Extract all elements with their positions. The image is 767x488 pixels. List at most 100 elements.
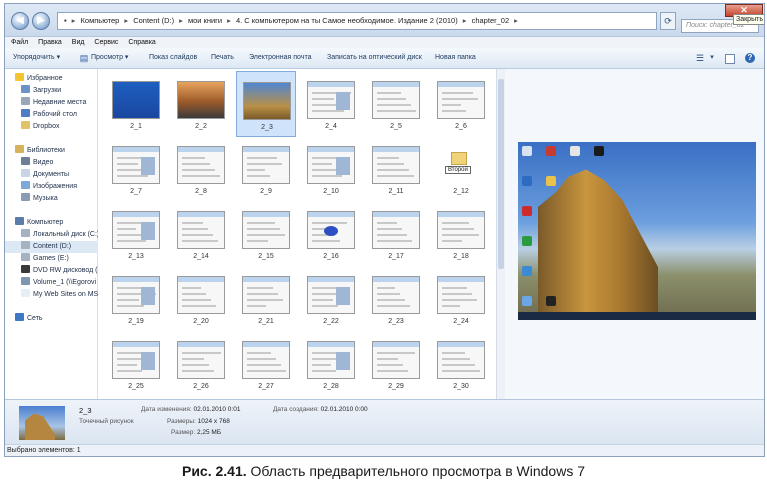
breadcrumb-item[interactable]: 4. С компьютером на ты Самое необходимое… [236, 16, 458, 25]
print-button[interactable]: Печать [211, 48, 234, 68]
organize-button[interactable]: Упорядочить ▾ [13, 48, 60, 68]
file-thumbnail[interactable]: 2_6 [431, 71, 491, 137]
file-thumbnail[interactable]: 2_11 [366, 136, 426, 202]
burn-button[interactable]: Записать на оптический диск [327, 48, 422, 68]
view-dropdown-icon[interactable]: ▾ [707, 53, 717, 63]
desktop-shortcut-icon [522, 266, 532, 276]
fort-image [538, 169, 658, 312]
file-list: 2_1 2_2 2_3 2_4 2_5 2_6 2_7 2_8 2_9 2_10 2_11 Второ… [98, 69, 496, 399]
file-thumbnail[interactable]: 2_24 [431, 266, 491, 332]
file-name: 2_10 [323, 188, 339, 195]
thumbnail-image [177, 211, 225, 249]
breadcrumb-item[interactable]: Компьютер [81, 16, 120, 25]
nav-item-recent[interactable]: Недавние места [5, 97, 113, 109]
email-button[interactable]: Электронная почта [249, 48, 311, 68]
desktop-shortcut-icon [522, 236, 532, 246]
file-thumbnail[interactable]: 2_18 [431, 201, 491, 267]
new-folder-button[interactable]: Новая папка [435, 48, 476, 68]
drive-icon [21, 241, 30, 249]
thumbnail-image [177, 276, 225, 314]
file-thumbnail[interactable]: Второй 2_12 [431, 136, 491, 202]
file-thumbnail[interactable]: 2_2 [171, 71, 231, 137]
file-name: 2_19 [128, 318, 144, 325]
breadcrumb-item[interactable]: мои книги [188, 16, 222, 25]
nav-item-drive-d[interactable]: Content (D:) [5, 241, 113, 253]
file-thumbnail[interactable]: 2_17 [366, 201, 426, 267]
menu-file[interactable]: Файл [11, 39, 28, 46]
nav-item-documents[interactable]: Документы [5, 169, 113, 181]
music-icon [21, 193, 30, 201]
thumbnail-image [372, 341, 420, 379]
drive-icon [21, 229, 30, 237]
nav-item-music[interactable]: Музыка [5, 193, 113, 205]
back-button[interactable]: ◀ [11, 12, 29, 30]
file-thumbnail[interactable]: 2_23 [366, 266, 426, 332]
refresh-button[interactable]: ⟳ [660, 12, 676, 30]
preview-pane-icon[interactable] [725, 54, 735, 64]
scrollbar-thumb[interactable] [498, 79, 504, 269]
menu-tools[interactable]: Сервис [94, 39, 118, 46]
forward-button[interactable]: ▶ [32, 12, 50, 30]
file-thumbnail[interactable]: 2_27 [236, 331, 296, 397]
nav-item-volume[interactable]: Volume_1 (\\Egorovi [5, 277, 113, 289]
nav-item-downloads[interactable]: Загрузки [5, 85, 113, 97]
file-thumbnail[interactable]: 2_26 [171, 331, 231, 397]
desktop-shortcut-icon [522, 296, 532, 306]
file-thumbnail[interactable]: 2_19 [106, 266, 166, 332]
address-bar[interactable]: ▪ ▸ Компьютер ▸ Content (D:) ▸ мои книги ▸ 4… [57, 12, 657, 30]
file-thumbnail[interactable]: 2_13 [106, 201, 166, 267]
file-thumbnail[interactable]: 2_30 [431, 331, 491, 397]
file-thumbnail[interactable]: 2_14 [171, 201, 231, 267]
file-name: 2_18 [453, 253, 469, 260]
details-size: Размер: 2,25 МБ [171, 429, 222, 436]
nav-item-dvd[interactable]: DVD RW дисковод ( [5, 265, 113, 277]
view-button[interactable]: Просмотр ▾ [91, 48, 128, 68]
file-thumbnail[interactable]: 2_4 [301, 71, 361, 137]
nav-item-websites[interactable]: My Web Sites on MS [5, 289, 113, 301]
nav-computer[interactable]: Компьютер [5, 217, 107, 229]
file-name: 2_3 [261, 124, 273, 131]
file-name: 2_28 [323, 383, 339, 390]
nav-favorites[interactable]: Избранное [5, 73, 107, 85]
breadcrumb-item[interactable]: chapter_02 [472, 16, 510, 25]
nav-item-drive-c[interactable]: Локальный диск (C:) [5, 229, 113, 241]
file-thumbnail[interactable]: 2_29 [366, 331, 426, 397]
desktop-shortcut-icon [522, 206, 532, 216]
file-thumbnail[interactable]: 2_22 [301, 266, 361, 332]
menu-view[interactable]: Вид [72, 39, 85, 46]
file-thumbnail[interactable]: 2_9 [236, 136, 296, 202]
file-thumbnail[interactable]: 2_21 [236, 266, 296, 332]
file-name: 2_24 [453, 318, 469, 325]
file-thumbnail[interactable]: 2_1 [106, 71, 166, 137]
breadcrumb-item[interactable]: Content (D:) [133, 16, 174, 25]
file-thumbnail[interactable]: 2_15 [236, 201, 296, 267]
menu-edit[interactable]: Правка [38, 39, 62, 46]
nav-item-pictures[interactable]: Изображения [5, 181, 113, 193]
file-thumbnail[interactable]: 2_3 [236, 71, 296, 137]
file-thumbnail[interactable]: 2_10 [301, 136, 361, 202]
change-view-icon[interactable]: ☰ [695, 53, 705, 63]
details-file-name: 2_3 [79, 406, 92, 415]
details-created: Дата создания: 02.01.2010 0:00 [273, 406, 368, 413]
file-thumbnail[interactable]: 2_7 [106, 136, 166, 202]
nav-item-dropbox[interactable]: Dropbox [5, 121, 113, 133]
folder-icon [21, 121, 30, 129]
nav-item-drive-e[interactable]: Games (E:) [5, 253, 113, 265]
file-thumbnail[interactable]: 2_16 [301, 201, 361, 267]
nav-item-video[interactable]: Видео [5, 157, 113, 169]
nav-libraries[interactable]: Библиотеки [5, 145, 107, 157]
menu-help[interactable]: Справка [128, 39, 155, 46]
file-thumbnail[interactable]: 2_8 [171, 136, 231, 202]
file-thumbnail[interactable]: 2_25 [106, 331, 166, 397]
dvd-drive-icon [21, 265, 30, 273]
nav-network[interactable]: Сеть [5, 313, 107, 325]
file-thumbnail[interactable]: 2_5 [366, 71, 426, 137]
nav-item-desktop[interactable]: Рабочий стол [5, 109, 113, 121]
file-name: 2_8 [195, 188, 207, 195]
help-icon[interactable]: ? [745, 53, 755, 63]
file-list-scrollbar[interactable] [496, 69, 505, 399]
file-thumbnail[interactable]: 2_28 [301, 331, 361, 397]
folder-icon [451, 152, 467, 165]
file-thumbnail[interactable]: 2_20 [171, 266, 231, 332]
slideshow-button[interactable]: Показ слайдов [149, 48, 197, 68]
